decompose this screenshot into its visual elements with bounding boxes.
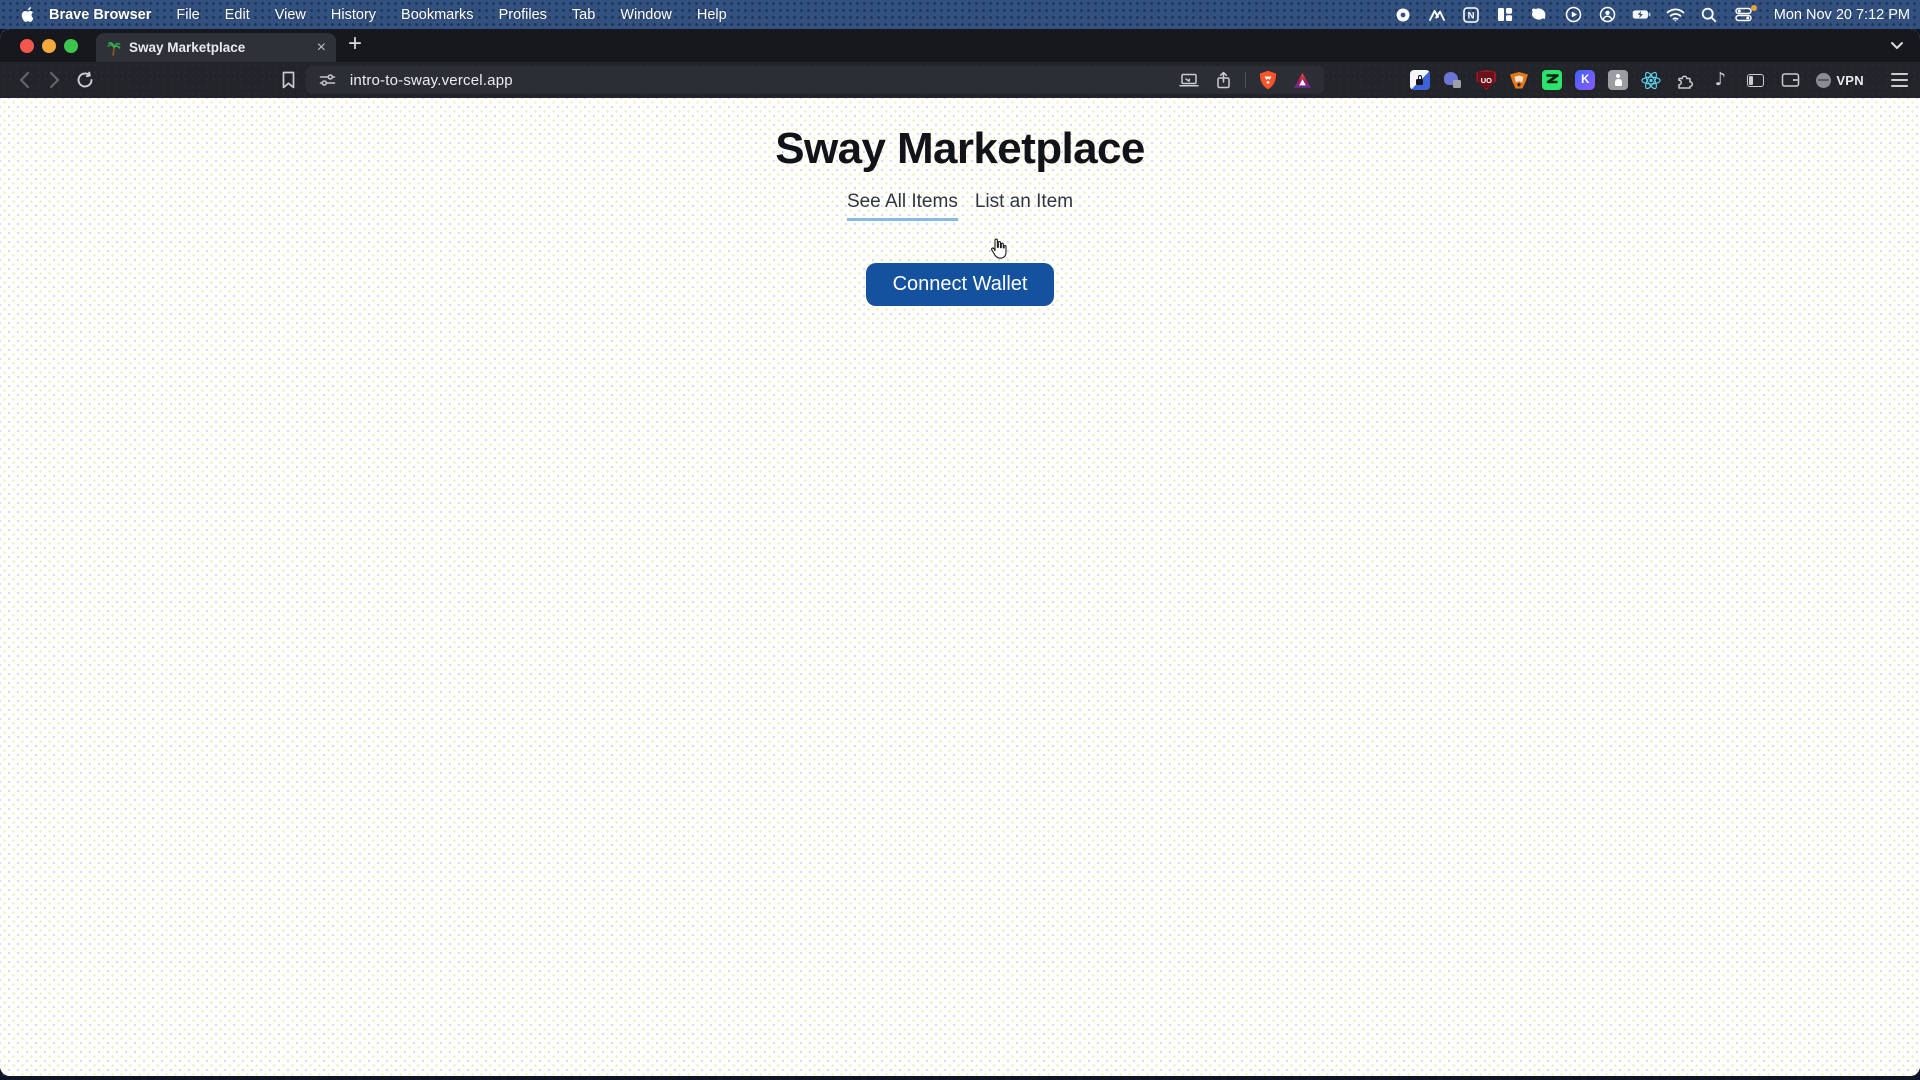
playlist-music-icon[interactable]: ♪ [1709,69,1731,91]
menu-profiles[interactable]: Profiles [499,7,547,23]
extension-doc-lock-icon[interactable] [1410,70,1430,90]
menu-window[interactable]: Window [620,7,672,23]
menu-file[interactable]: File [176,7,199,23]
browser-toolbar: intro-to-sway.vercel.app UO [0,62,1920,98]
play-circle-icon[interactable] [1564,5,1583,24]
nav-see-all-items[interactable]: See All Items [847,191,958,221]
apple-icon [18,6,33,23]
page-nav: See All Items List an Item [847,191,1073,221]
brave-rewards-triangle-icon[interactable] [1290,68,1314,92]
menu-history[interactable]: History [331,7,376,23]
extension-k-wallet-icon[interactable]: K [1575,70,1595,90]
window-layout-icon[interactable] [1496,5,1515,24]
desktop: { "menu_bar": { "items": ["Brave Browser… [0,0,1920,1080]
menu-help[interactable]: Help [697,7,727,23]
address-bar[interactable]: intro-to-sway.vercel.app [306,66,1324,94]
bookmark-icon[interactable] [276,68,300,92]
vpn-status-icon [1816,73,1831,88]
window-controls [0,39,78,53]
menu-bar: Brave Browser File Edit View History Boo… [0,0,1920,29]
back-button[interactable] [12,68,36,92]
sidebar-toggle-icon[interactable] [1744,69,1766,91]
minimize-window-button[interactable] [42,39,56,53]
spotlight-search-icon[interactable] [1700,5,1719,24]
brave-vpn-button[interactable]: VPN [1816,73,1864,88]
apple-menu[interactable] [18,6,33,23]
extension-ublock-origin-icon[interactable]: UO [1476,70,1496,90]
user-account-icon[interactable] [1598,5,1617,24]
screen-record-icon[interactable] [1394,5,1413,24]
main-menu-icon[interactable] [1891,73,1908,87]
tab-title: Sway Marketplace [129,40,245,55]
open-in-app-icon[interactable] [1177,68,1201,92]
wifi-icon[interactable] [1666,5,1685,24]
tab-sway-marketplace[interactable]: Sway Marketplace × [96,33,336,62]
notification-dot [1751,5,1757,11]
nav-list-an-item[interactable]: List an Item [975,191,1073,221]
notion-icon[interactable]: N [1462,5,1481,24]
battery-charging-icon[interactable] [1632,5,1651,24]
menubar-clock[interactable]: Mon Nov 20 7:12 PM [1774,7,1910,23]
tab-search-chevron-icon[interactable] [1890,41,1904,50]
extension-metamask-fox-icon[interactable] [1509,70,1529,90]
zoom-window-button[interactable] [64,39,78,53]
new-tab-button[interactable]: + [348,32,362,59]
brave-shields-icon[interactable] [1256,68,1280,92]
menu-bookmarks[interactable]: Bookmarks [401,7,474,23]
extension-gray-app-icon[interactable] [1608,70,1628,90]
control-center-icon[interactable] [1734,5,1753,24]
palm-tree-favicon [106,40,121,56]
extension-react-devtools-icon[interactable] [1641,70,1661,90]
menu-view[interactable]: View [275,7,306,23]
extension-green-z-app-icon[interactable] [1542,70,1562,90]
close-window-button[interactable] [20,39,34,53]
browser-window: Sway Marketplace × + intro-to-sway.verce… [0,29,1920,1076]
menu-tab[interactable]: Tab [572,7,595,23]
extension-purple-wallet-icon[interactable] [1443,70,1463,90]
extensions-cluster: UO K ♪ VPN [1410,69,1908,91]
page-title: Sway Marketplace [775,124,1145,174]
menu-edit[interactable]: Edit [225,7,250,23]
menu-app-name[interactable]: Brave Browser [49,7,151,23]
tab-bar: Sway Marketplace × + [0,29,1920,62]
reload-button[interactable] [73,68,97,92]
connect-wallet-button[interactable]: Connect Wallet [866,263,1055,306]
divider [1245,72,1246,88]
tab-close-icon[interactable]: × [317,40,326,56]
arc-browser-icon[interactable] [1428,5,1447,24]
brave-wallet-icon[interactable] [1779,69,1801,91]
url-text[interactable]: intro-to-sway.vercel.app [350,72,513,89]
page-content: Sway Marketplace See All Items List an I… [0,98,1920,1076]
site-settings-icon[interactable] [316,68,340,92]
extensions-puzzle-icon[interactable] [1674,69,1696,91]
svg-text:N: N [1468,10,1475,21]
share-icon[interactable] [1211,68,1235,92]
mascot-app-icon[interactable] [1530,5,1549,24]
menu-bar-status: N Mon Nov 20 7:12 PM [1394,5,1910,24]
forward-button[interactable] [43,68,67,92]
